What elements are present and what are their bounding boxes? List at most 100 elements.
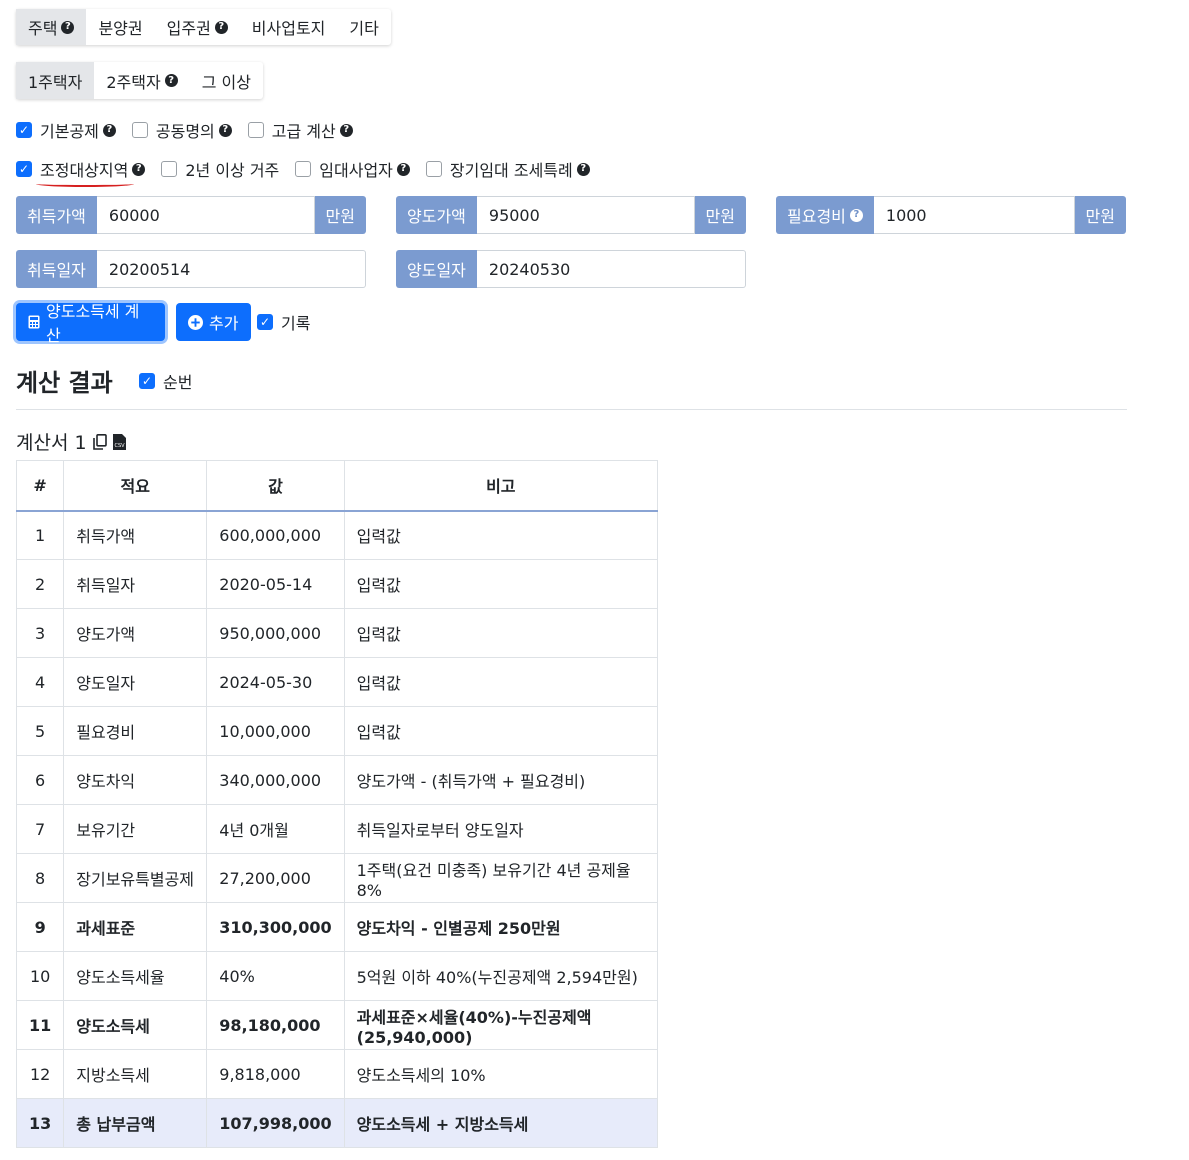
options-row1-item-1[interactable]: 공동명의? [131,118,232,142]
help-icon[interactable]: ? [61,20,75,34]
row-note: 입력값 [343,559,659,609]
option-label: 조정대상지역 [35,157,135,187]
expense-group: 필요경비 ? 1000 만원 [776,196,1126,234]
help-icon[interactable]: ? [218,123,232,137]
row-note: 입력값 [343,657,659,707]
row-number: 1 [15,510,65,560]
table-row: 4 양도일자 2024-05-30 입력값 [15,657,659,707]
row-number: 13 [15,1098,65,1148]
row-item: 양도가액 [63,608,208,658]
sale-date-input[interactable]: 20240530 [476,250,746,288]
divider [16,409,1127,410]
property-tab-4[interactable]: 기타 [337,9,390,45]
help-icon[interactable]: ? [132,162,146,176]
row-number: 7 [15,804,65,854]
col-header-item: 적요 [63,460,208,512]
table-row: 7 보유기간 4년 0개월 취득일자로부터 양도일자 [15,804,659,854]
row-value: 107,998,000 [206,1098,345,1148]
table-row: 11 양도소득세 98,180,000 과세표준×세율(40%)-누진공제액(25,9… [15,1000,659,1050]
row-note: 1주택(요건 미충족) 보유기간 4년 공제율 8% [343,853,659,903]
sale-date-group: 양도일자 20240530 [396,250,746,288]
option-checkbox[interactable] [161,161,178,177]
help-icon[interactable]: ? [339,123,353,137]
row-item: 과세표준 [63,902,208,952]
help-icon[interactable]: ? [164,74,178,87]
row-item: 지방소득세 [63,1049,208,1099]
row-number: 3 [15,608,65,658]
col-header-note: 비고 [343,460,659,512]
expense-input[interactable]: 1000 [873,196,1075,234]
table-row: 5 필요경비 10,000,000 입력값 [15,706,659,756]
row-note: 양도소득세 + 지방소득세 [343,1098,659,1148]
acq-date-group: 취득일자 20200514 [16,250,366,288]
row-value: 310,300,000 [206,902,345,952]
help-icon[interactable]: ? [849,208,863,222]
row-item: 양도소득세 [63,1000,208,1050]
option-label: 임대사업자 [319,161,393,180]
options-row2-item-3[interactable]: 장기임대 조세특례? [425,157,590,181]
options-row-2: ✓ 조정대상지역? 2년 이상 거주 임대사업자? 장기임대 조세특례? [16,157,606,187]
property-tab-3[interactable]: 비사업토지 [240,9,338,45]
sequence-checkbox[interactable]: ✓ [139,373,155,389]
row-value: 950,000,000 [206,608,345,658]
acq-price-unit: 만원 [314,196,366,234]
options-row2-item-2[interactable]: 임대사업자? [295,157,410,181]
copy-icon[interactable] [92,433,107,450]
calculate-tax-button[interactable]: 양도소득세 계산 [16,302,165,345]
options-row1-item-0[interactable]: ✓ 기본공제? [16,118,116,142]
row-value: 98,180,000 [206,1000,345,1050]
sale-date-label: 양도일자 [396,250,477,288]
calculator-icon [28,315,40,329]
table-row: 6 양도차익 340,000,000 양도가액 - (취득가액 + 필요경비) [15,755,659,805]
acq-price-input[interactable]: 60000 [96,196,315,234]
option-checkbox[interactable] [247,122,264,138]
sale-price-input[interactable]: 95000 [476,196,695,234]
help-icon[interactable]: ? [396,162,410,176]
option-label: 2년 이상 거주 [185,161,280,180]
help-icon[interactable]: ? [576,162,590,176]
option-checkbox[interactable] [295,161,312,177]
help-icon[interactable]: ? [214,20,228,34]
row-item: 양도일자 [63,657,208,707]
table-row: 12 지방소득세 9,818,000 양도소득세의 10% [15,1049,659,1099]
row-value: 2024-05-30 [206,657,345,707]
owner-tab-2[interactable]: 그 이상 [190,62,263,99]
option-checkbox[interactable] [425,161,442,177]
property-tab-2[interactable]: 입주권? [155,9,240,45]
property-tab-1[interactable]: 분양권 [86,9,154,45]
row-number: 12 [15,1049,65,1099]
acq-date-input[interactable]: 20200514 [96,250,366,288]
row-number: 10 [15,951,65,1001]
row-value: 40% [206,951,345,1001]
row-number: 4 [15,657,65,707]
options-row2-item-0[interactable]: ✓ 조정대상지역? [16,157,146,187]
help-icon[interactable]: ? [102,123,116,137]
owner-tab-1[interactable]: 2주택자? [94,62,189,99]
row-number: 11 [15,1000,65,1050]
table-header-row: # 적요 값 비고 [15,460,659,512]
record-toggle[interactable]: ✓ 기록 [257,310,310,334]
row-value: 10,000,000 [206,706,345,756]
row-note: 5억원 이하 40%(누진공제액 2,594만원) [343,951,659,1001]
row-note: 양도소득세의 10% [343,1049,659,1099]
property-type-tabs: 주택? 분양권 입주권? 비사업토지 기타 [16,9,391,45]
row-note: 취득일자로부터 양도일자 [343,804,659,854]
owner-tab-0[interactable]: 1주택자 [16,62,95,99]
csv-download-icon[interactable]: CSV [112,433,126,450]
row-number: 5 [15,706,65,756]
record-checkbox[interactable]: ✓ [257,314,273,330]
row-item: 양도차익 [63,755,208,805]
option-checkbox[interactable] [131,122,148,138]
sheet-title-text: 계산서 1 [16,432,87,454]
property-tab-0[interactable]: 주택? [16,9,87,45]
add-button[interactable]: 추가 [176,303,251,341]
option-checkbox[interactable]: ✓ [16,122,32,138]
row-note: 입력값 [343,706,659,756]
table-row: 8 장기보유특별공제 27,200,000 1주택(요건 미충족) 보유기간 4년 공… [15,853,659,903]
options-row2-item-1[interactable]: 2년 이상 거주 [161,157,279,181]
option-checkbox[interactable]: ✓ [16,161,32,177]
table-row: 13 총 납부금액 107,998,000 양도소득세 + 지방소득세 [15,1098,659,1148]
sequence-toggle[interactable]: ✓ 순번 [139,369,192,393]
options-row1-item-2[interactable]: 고급 계산? [247,118,353,142]
property-tab-label: 분양권 [98,19,143,38]
